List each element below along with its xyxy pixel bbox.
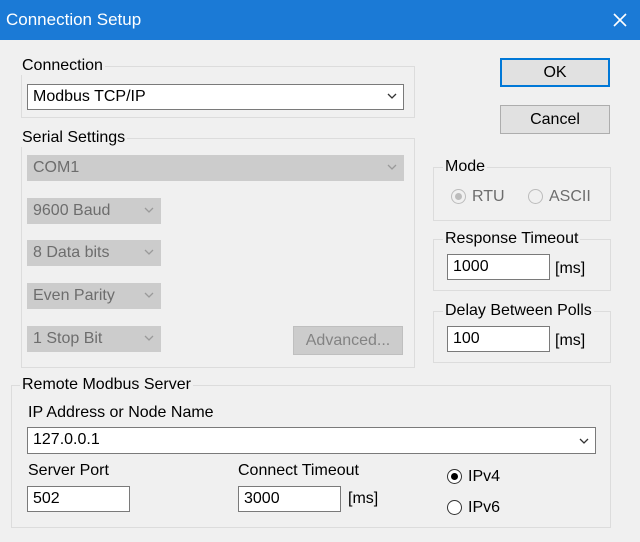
ip-address-value: 127.0.0.1 (33, 431, 100, 448)
connection-legend: Connection (20, 57, 105, 75)
chevron-down-icon (144, 292, 154, 298)
delay-polls-unit: [ms] (555, 332, 586, 349)
radio-dot (455, 193, 462, 200)
server-port-input[interactable]: 502 (27, 486, 130, 512)
response-timeout-input[interactable]: 1000 (447, 254, 550, 280)
connect-timeout-input[interactable]: 3000 (238, 486, 341, 512)
connection-type-select[interactable]: Modbus TCP/IP (27, 84, 404, 110)
response-timeout-legend: Response Timeout (443, 230, 581, 248)
serial-port-value: COM1 (33, 159, 80, 176)
connect-timeout-value: 3000 (244, 490, 280, 507)
ipv4-label: IPv4 (468, 468, 501, 485)
advanced-label: Advanced... (305, 332, 391, 349)
chevron-down-icon (387, 93, 397, 99)
ipv6-radio[interactable] (447, 500, 462, 515)
advanced-button[interactable]: Advanced... (293, 326, 403, 355)
chevron-down-icon (387, 164, 397, 170)
window-title: Connection Setup (6, 10, 142, 29)
chevron-down-icon[interactable] (579, 438, 589, 445)
close-icon (613, 13, 627, 27)
remote-server-legend: Remote Modbus Server (20, 376, 193, 394)
mode-ascii-radio[interactable] (528, 189, 543, 204)
cancel-label: Cancel (530, 111, 580, 128)
delay-polls-legend: Delay Between Polls (443, 302, 594, 320)
ok-button[interactable]: OK (500, 58, 610, 87)
baud-rate-value: 9600 Baud (33, 202, 111, 219)
delay-polls-value: 100 (453, 330, 480, 347)
mode-ascii-label: ASCII (549, 188, 591, 205)
stop-bits-select[interactable]: 1 Stop Bit (27, 326, 161, 352)
serial-port-select[interactable]: COM1 (27, 155, 404, 181)
parity-value: Even Parity (33, 287, 115, 304)
server-port-label: Server Port (28, 462, 109, 479)
data-bits-value: 8 Data bits (33, 244, 110, 261)
mode-legend: Mode (443, 158, 488, 176)
close-button[interactable] (600, 0, 640, 40)
serial-settings-legend: Serial Settings (20, 129, 128, 147)
mode-rtu-radio[interactable] (451, 189, 466, 204)
data-bits-select[interactable]: 8 Data bits (27, 240, 161, 266)
ipv4-radio[interactable] (447, 469, 462, 484)
title-bar: Connection Setup (0, 0, 640, 40)
stop-bits-value: 1 Stop Bit (33, 330, 103, 347)
radio-dot (451, 473, 458, 480)
ip-address-input[interactable]: 127.0.0.1 (27, 427, 596, 454)
response-timeout-unit: [ms] (555, 260, 586, 277)
cancel-button[interactable]: Cancel (500, 105, 610, 134)
ipv6-label: IPv6 (468, 499, 501, 516)
ok-label: OK (543, 64, 567, 81)
chevron-down-icon (144, 249, 154, 255)
chevron-down-icon (144, 207, 154, 213)
connect-timeout-label: Connect Timeout (238, 462, 359, 479)
chevron-down-icon (144, 335, 154, 341)
mode-rtu-label: RTU (472, 188, 505, 205)
baud-rate-select[interactable]: 9600 Baud (27, 198, 161, 224)
server-port-value: 502 (33, 490, 60, 507)
parity-select[interactable]: Even Parity (27, 283, 161, 309)
connection-type-value: Modbus TCP/IP (33, 88, 146, 105)
connect-timeout-unit: [ms] (348, 490, 379, 507)
ip-address-label: IP Address or Node Name (28, 404, 214, 421)
delay-polls-input[interactable]: 100 (447, 326, 550, 352)
response-timeout-value: 1000 (453, 258, 489, 275)
